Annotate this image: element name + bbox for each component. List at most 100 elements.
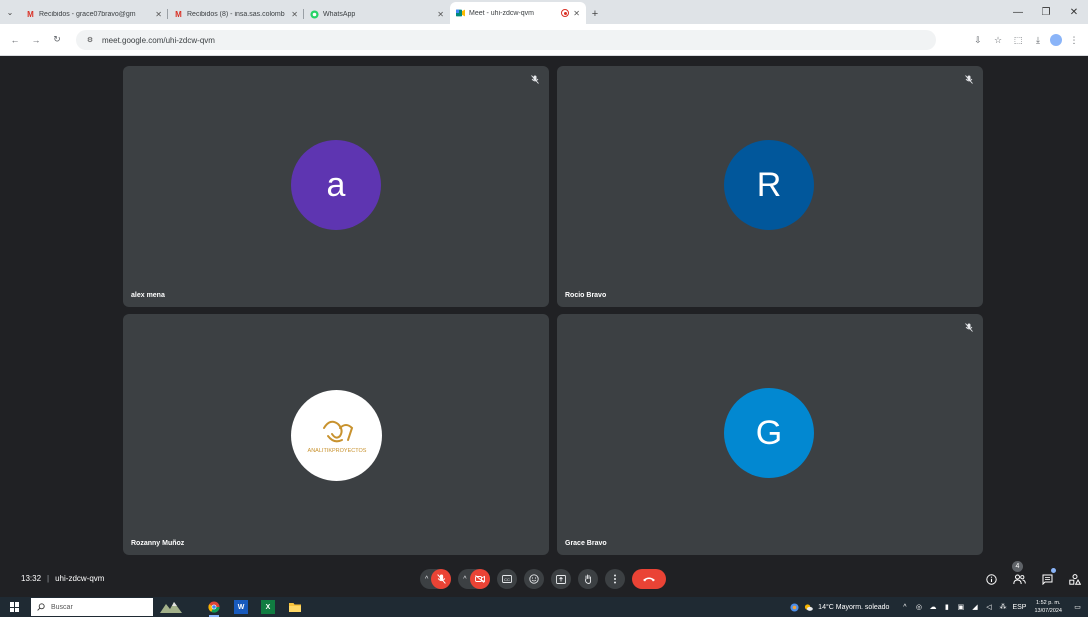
clock-date: 13/07/2024 (1034, 608, 1062, 614)
people-button[interactable]: 4 (1010, 561, 1028, 588)
downloads-icon[interactable]: ⤓ (1030, 32, 1046, 48)
clock-time: 1:52 p. m. (1036, 600, 1061, 606)
meeting-code: uhi-zdcw-qvm (55, 574, 105, 583)
emoji-icon (528, 574, 539, 584)
close-icon[interactable]: ✕ (437, 10, 444, 19)
svg-text:CC: CC (504, 577, 510, 582)
participant-tile[interactable]: R Rocio Bravo (557, 66, 983, 307)
participant-name: Grace Bravo (565, 540, 607, 547)
close-icon[interactable]: ✕ (573, 9, 580, 18)
chat-icon (1042, 574, 1052, 585)
activities-button[interactable] (1066, 570, 1084, 588)
participant-avatar: a (291, 140, 381, 230)
divider: | (47, 574, 50, 583)
onedrive-icon[interactable]: ☁ (928, 603, 937, 612)
chrome-icon[interactable] (207, 600, 221, 617)
mic-off-icon (437, 574, 446, 584)
install-icon[interactable]: ⇩ (970, 32, 986, 48)
recording-icon (561, 9, 570, 17)
system-tray: 14°C Mayorm. soleado ^ ◎ ☁ ▮ ▣ ◢ ◁ ⁂ ESP… (790, 597, 1088, 617)
browser-tab-gmail-1[interactable]: M Recibidos - grace07bravo@gm ✕ (20, 4, 168, 24)
word-icon[interactable]: W (234, 600, 248, 614)
logo-text: ANALITIKPROYECTOS (307, 448, 366, 454)
tray-app-icon[interactable]: ◎ (914, 603, 923, 612)
reload-icon[interactable]: ↻ (48, 31, 66, 49)
display-icon[interactable]: ▣ (956, 603, 965, 612)
chat-button[interactable] (1038, 568, 1056, 588)
participant-tile[interactable]: a alex mena (123, 66, 549, 307)
more-vert-icon (613, 574, 616, 584)
participant-tile[interactable]: ANALITIKPROYECTOS Rozanny Muñoz (123, 314, 549, 555)
address-bar[interactable]: ⚙ meet.google.com/uhi-zdcw-qvm (76, 30, 936, 50)
meeting-details-button[interactable] (982, 570, 1000, 588)
browser-tab-strip: ⌄ M Recibidos - grace07bravo@gm ✕ M Reci… (0, 0, 1088, 24)
tab-title: Recibidos - grace07bravo@gm (39, 10, 136, 18)
language-switch-icon[interactable]: ⁂ (998, 603, 1007, 612)
tab-title: Recibidos (8) - insa.sas.colomb (187, 10, 285, 18)
meet-icon (456, 9, 465, 18)
call-controls: ^ ^ CC (420, 568, 666, 590)
close-window-icon[interactable]: ✕ (1060, 0, 1088, 24)
reactions-button[interactable] (523, 569, 544, 589)
windows-taskbar: Buscar W X 14°C Mayorm. soleado ^ ◎ ☁ ▮ … (0, 597, 1088, 617)
hang-up-icon (642, 577, 655, 582)
excel-icon[interactable]: X (261, 600, 275, 614)
mic-off-icon (964, 74, 974, 84)
participant-avatar: R (724, 140, 814, 230)
mic-off-icon (964, 322, 974, 332)
meeting-stage: a alex mena R Rocio Bravo ANALITIKPROYEC… (0, 57, 1088, 565)
copilot-icon[interactable] (790, 602, 799, 612)
taskbar-clock[interactable]: 1:52 p. m. 13/07/2024 (1034, 599, 1062, 615)
minimize-icon[interactable]: — (1004, 0, 1032, 24)
leave-call-button[interactable] (631, 569, 666, 589)
keyboard-language[interactable]: ESP (1012, 604, 1026, 611)
volume-icon[interactable]: ◁ (984, 603, 993, 612)
site-info-icon[interactable]: ⚙ (84, 34, 96, 46)
browser-tab-meet[interactable]: Meet - uhi-zdcw-qvm ✕ (450, 2, 586, 24)
microphone-icon[interactable]: ▮ (942, 603, 951, 612)
bookmark-star-icon[interactable]: ☆ (990, 32, 1006, 48)
participant-tile[interactable]: G Grace Bravo (557, 314, 983, 555)
toolbar-actions: ⇩ ☆ ⬚ ⤓ ⋮ (970, 24, 1082, 56)
participant-name: alex mena (131, 292, 165, 299)
participant-logo-avatar: ANALITIKPROYECTOS (291, 390, 382, 481)
raise-hand-button[interactable] (577, 569, 598, 589)
browser-menu-icon[interactable]: ⋮ (1066, 32, 1082, 48)
camera-options-caret-icon[interactable]: ^ (463, 576, 466, 583)
meeting-time: 13:32 (21, 574, 42, 583)
news-widget-icon[interactable] (160, 600, 182, 614)
participant-name: Rocio Bravo (565, 292, 607, 299)
profile-avatar-icon[interactable] (1050, 34, 1062, 46)
extensions-icon[interactable]: ⬚ (1010, 32, 1026, 48)
forward-arrow-icon[interactable]: → (27, 31, 45, 49)
weather-text[interactable]: 14°C Mayorm. soleado (818, 604, 889, 611)
captions-button[interactable]: CC (496, 569, 517, 589)
participant-name: Rozanny Muñoz (131, 540, 185, 547)
chevron-up-icon[interactable]: ^ (900, 603, 909, 612)
people-icon (1012, 574, 1026, 584)
tab-title: WhatsApp (323, 10, 356, 18)
back-arrow-icon[interactable]: ← (6, 31, 24, 49)
file-explorer-icon[interactable] (288, 600, 302, 614)
mic-toggle-button[interactable] (431, 569, 452, 589)
notifications-icon[interactable]: ▭ (1073, 603, 1082, 612)
participant-avatar: G (724, 388, 814, 478)
mic-off-icon (530, 74, 540, 84)
new-tab-button[interactable]: + (586, 4, 604, 24)
camera-toggle-button[interactable] (469, 569, 490, 589)
close-icon[interactable]: ✕ (155, 10, 162, 19)
captions-icon: CC (501, 575, 512, 583)
tab-search-chevron-icon[interactable]: ⌄ (0, 0, 20, 24)
restore-icon[interactable]: ❐ (1032, 0, 1060, 24)
windows-start-icon[interactable] (10, 602, 20, 612)
browser-tab-whatsapp[interactable]: WhatsApp ✕ (304, 4, 450, 24)
participant-count-badge: 4 (1012, 561, 1023, 572)
meeting-control-bar: 13:32 | uhi-zdcw-qvm ^ ^ CC 4 (0, 561, 1088, 597)
more-options-button[interactable] (604, 569, 625, 589)
mic-options-caret-icon[interactable]: ^ (425, 576, 428, 583)
browser-tab-gmail-2[interactable]: M Recibidos (8) - insa.sas.colomb ✕ (168, 4, 304, 24)
wifi-icon[interactable]: ◢ (970, 603, 979, 612)
taskbar-search-box[interactable]: Buscar (31, 598, 153, 616)
present-screen-button[interactable] (550, 569, 571, 589)
close-icon[interactable]: ✕ (291, 10, 298, 19)
